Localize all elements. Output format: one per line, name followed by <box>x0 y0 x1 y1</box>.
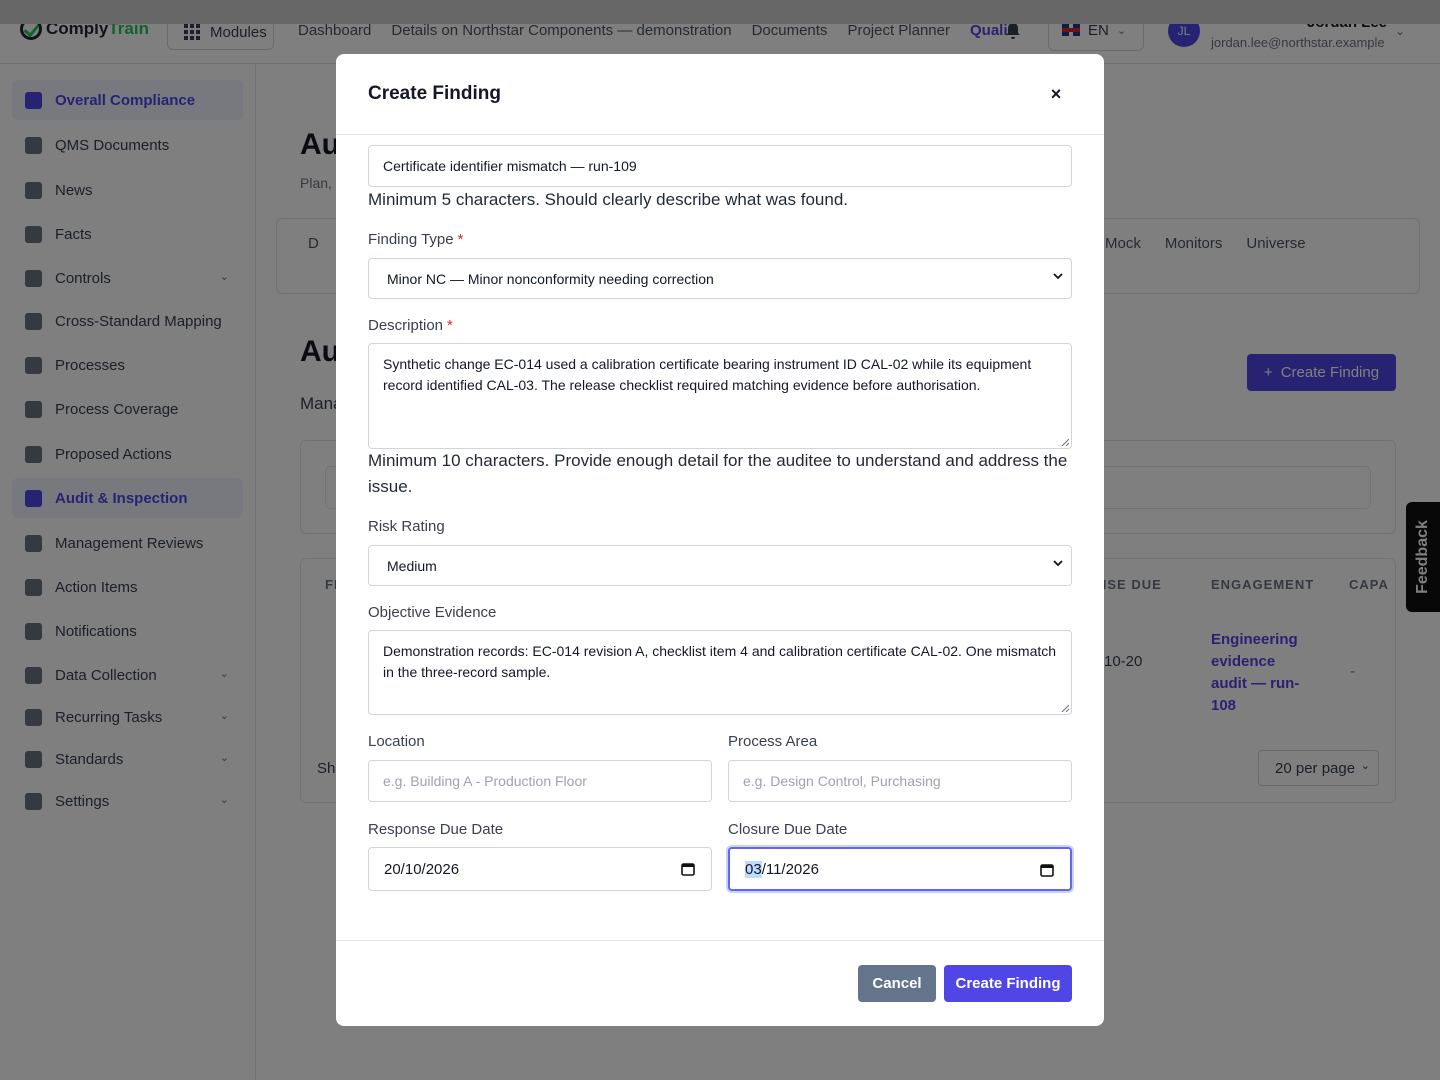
risk-rating-label: Risk Rating <box>368 518 445 535</box>
modal-header: Create Finding × <box>336 54 1104 135</box>
description-help: Minimum 10 characters. Provide enough de… <box>368 451 1068 496</box>
response-due-date-input[interactable]: 20/10/2026 <box>368 847 712 891</box>
finding-title-input[interactable]: Certificate identifier mismatch — run-10… <box>368 145 1072 187</box>
risk-rating-value: Medium <box>387 557 437 574</box>
location-label: Location <box>368 733 425 750</box>
finding-type-label: Finding Type * <box>368 231 464 248</box>
chevron-down-icon <box>1053 273 1063 280</box>
chevron-down-icon <box>1053 560 1063 567</box>
required-marker: * <box>447 317 453 334</box>
closure-due-date-label: Closure Due Date <box>728 821 848 838</box>
calendar-icon[interactable] <box>1040 863 1054 877</box>
finding-type-value: Minor NC — Minor nonconformity needing c… <box>387 270 714 287</box>
resize-handle-icon[interactable] <box>1061 704 1069 712</box>
risk-rating-select[interactable]: Medium <box>368 545 1072 586</box>
objective-evidence-label: Objective Evidence <box>368 604 497 621</box>
resize-handle-icon[interactable] <box>1061 438 1069 446</box>
closure-due-date-day-selected: 03 <box>745 860 762 878</box>
create-finding-modal: Create Finding × Certificate identifier … <box>336 54 1104 1026</box>
finding-title-help: Minimum 5 characters. Should clearly des… <box>368 190 848 209</box>
location-input[interactable]: e.g. Building A - Production Floor <box>368 760 712 802</box>
process-area-label: Process Area <box>728 733 818 750</box>
response-due-date-label: Response Due Date <box>368 821 504 838</box>
cancel-button[interactable]: Cancel <box>858 965 936 1002</box>
objective-evidence-value: Demonstration records: EC-014 revision A… <box>383 643 1057 680</box>
description-label: Description * <box>368 317 453 334</box>
close-icon[interactable]: × <box>1046 82 1066 106</box>
create-finding-button[interactable]: Create Finding <box>944 965 1072 1002</box>
required-marker: * <box>457 231 464 248</box>
response-due-date-value: 20/10/2026 <box>384 860 460 878</box>
closure-due-date-input[interactable]: 03/11/2026 <box>728 847 1072 891</box>
calendar-icon[interactable] <box>681 862 695 876</box>
closure-due-date-value: /11/2026 <box>761 860 819 878</box>
objective-evidence-textarea[interactable]: Demonstration records: EC-014 revision A… <box>368 630 1072 715</box>
description-textarea[interactable]: Synthetic change EC-014 used a calibrati… <box>368 343 1072 449</box>
description-value: Synthetic change EC-014 used a calibrati… <box>383 356 1032 393</box>
finding-type-select[interactable]: Minor NC — Minor nonconformity needing c… <box>368 258 1072 299</box>
process-area-input[interactable]: e.g. Design Control, Purchasing <box>728 760 1072 802</box>
modal-title: Create Finding <box>368 83 502 104</box>
